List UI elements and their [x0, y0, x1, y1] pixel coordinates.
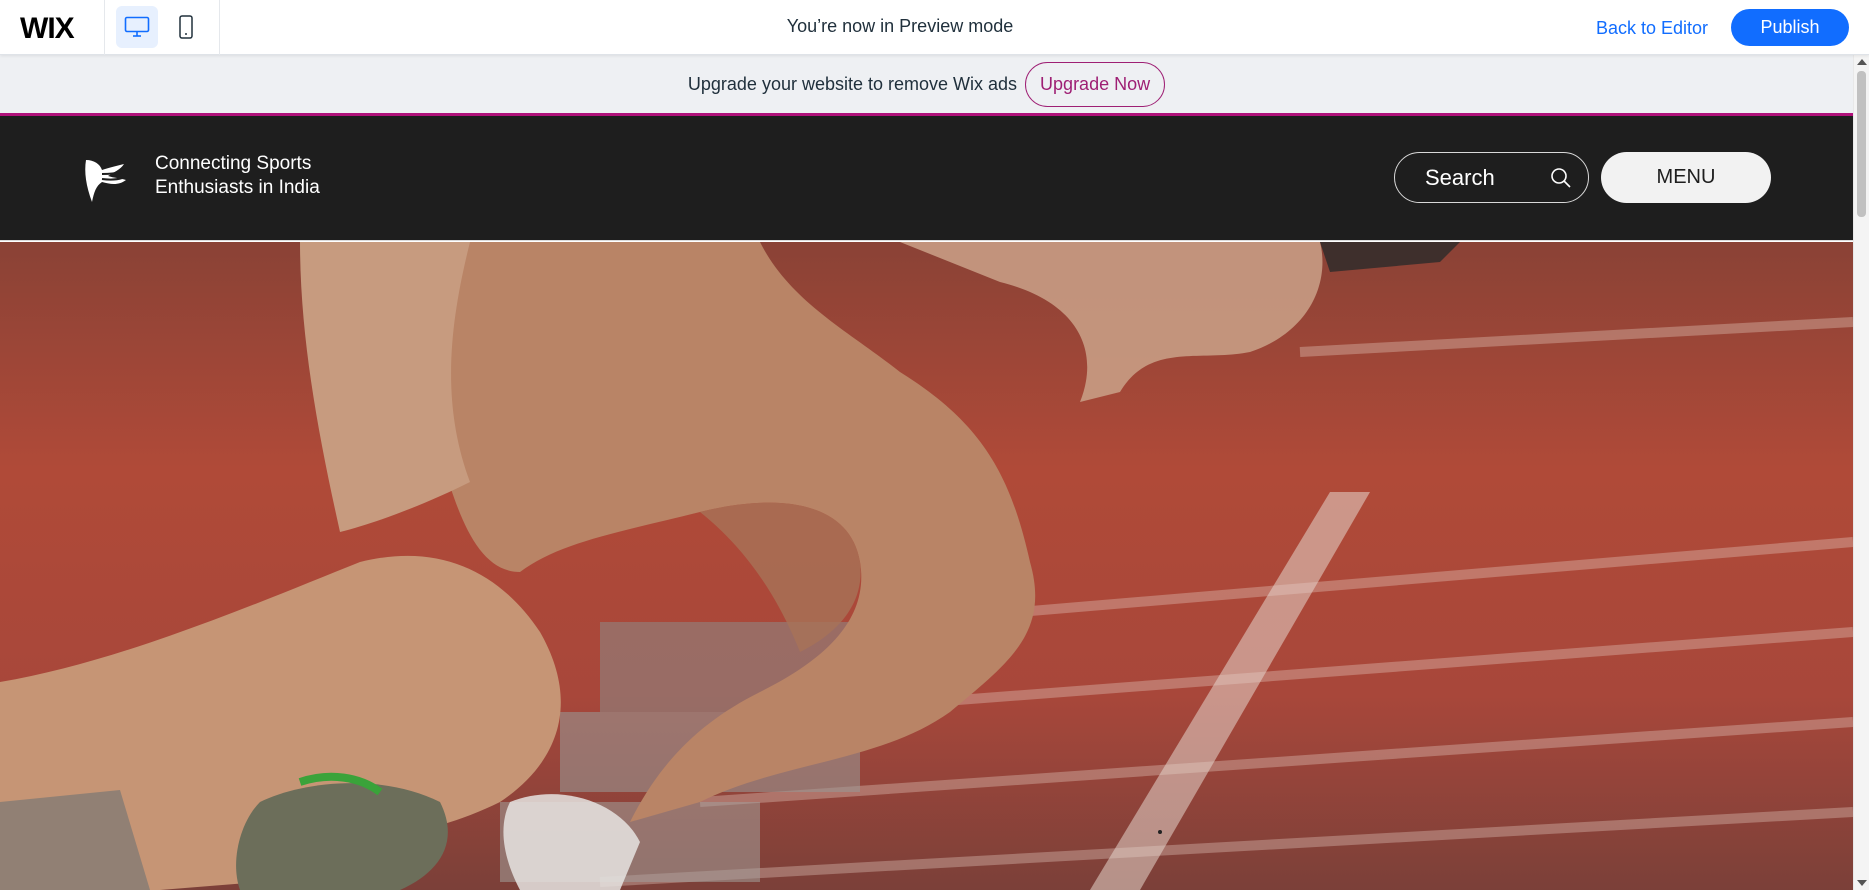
divider [104, 0, 105, 55]
desktop-view-button[interactable] [116, 6, 158, 48]
hero-image [0, 242, 1853, 890]
site-header: Connecting Sports Enthusiasts in India S… [0, 116, 1853, 241]
tagline-line-2: Enthusiasts in India [155, 177, 320, 198]
search-icon[interactable] [1550, 167, 1572, 189]
scroll-down-arrow-icon[interactable] [1857, 880, 1867, 886]
preview-mode-message: You’re now in Preview mode [786, 16, 1014, 36]
bird-logo-icon[interactable] [80, 152, 128, 204]
menu-button[interactable]: MENU [1601, 152, 1771, 203]
tagline-line-1: Connecting Sports [155, 153, 312, 174]
search-placeholder: Search [1425, 164, 1495, 190]
back-to-editor-link[interactable]: Back to Editor [1596, 18, 1708, 39]
upgrade-now-button[interactable]: Upgrade Now [1025, 61, 1166, 107]
preview-toolbar: WIX You’re now in Preview mode Back to E… [0, 0, 1869, 55]
scroll-up-arrow-icon[interactable] [1857, 59, 1867, 65]
mobile-icon [179, 15, 193, 39]
upgrade-message: Upgrade your website to remove Wix ads [687, 73, 1018, 94]
page-scrollbar[interactable] [1853, 55, 1869, 890]
upgrade-banner: Upgrade your website to remove Wix ads U… [0, 55, 1853, 116]
desktop-icon [124, 16, 150, 37]
wix-logo: WIX [20, 12, 76, 44]
divider [219, 0, 220, 55]
svg-text:WIX: WIX [20, 12, 75, 44]
sprinters-starting-blocks-photo [0, 242, 1853, 890]
mobile-view-button[interactable] [165, 6, 207, 48]
scrollbar-thumb[interactable] [1857, 71, 1866, 217]
publish-button[interactable]: Publish [1731, 9, 1849, 46]
site-tagline: Connecting Sports Enthusiasts in India [155, 152, 320, 200]
site-search-input[interactable]: Search [1394, 152, 1589, 203]
